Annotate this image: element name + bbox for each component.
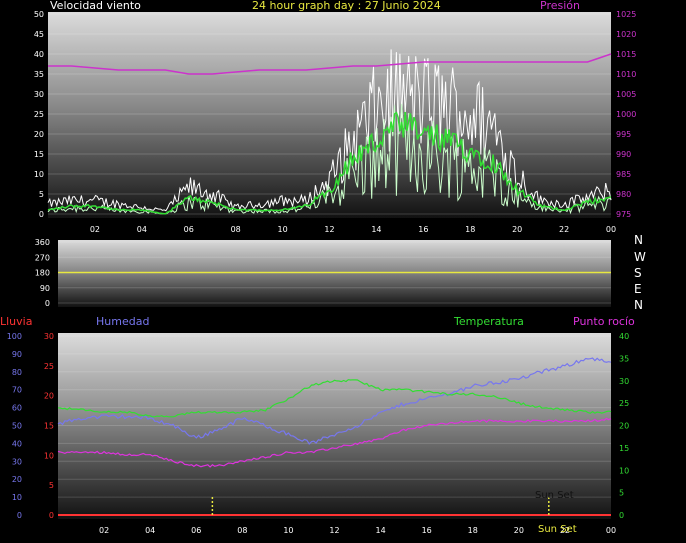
temperature-y-tick-label: 25 xyxy=(619,399,629,408)
wind-y-tick-label: 25 xyxy=(34,110,44,119)
rain-y-tick-label: 25 xyxy=(44,362,54,371)
sunset-label: Sun Set xyxy=(535,490,574,501)
climate-x-tick-label: 08 xyxy=(237,526,247,535)
humidity-y-tick-label: 40 xyxy=(12,439,22,448)
wind-x-tick-label: 18 xyxy=(465,225,475,234)
humidity-y-tick-label: 90 xyxy=(12,350,22,359)
temperature-legend: Temperatura xyxy=(454,315,524,328)
wind-y-tick-label: 35 xyxy=(34,70,44,79)
pressure-y-tick-label: 990 xyxy=(616,150,631,159)
temperature-y-tick-label: 35 xyxy=(619,354,629,363)
wind-y-tick-label: 20 xyxy=(34,130,44,139)
climate-x-tick-label: 04 xyxy=(145,526,155,535)
climate-x-tick-label: 02 xyxy=(99,526,109,535)
direction-plot-area xyxy=(58,240,611,307)
climate-x-tick-label: 16 xyxy=(422,526,432,535)
wind-x-tick-label: 22 xyxy=(559,225,569,234)
wind-y-tick-label: 40 xyxy=(34,50,44,59)
direction-y-tick-label: 270 xyxy=(35,253,50,262)
temperature-y-tick-label: 15 xyxy=(619,444,629,453)
pressure-y-tick-label: 1005 xyxy=(616,90,636,99)
climate-x-tick-label: 06 xyxy=(191,526,201,535)
sunset-label-bottom: Sun Set xyxy=(538,524,577,535)
humidity-y-tick-label: 100 xyxy=(7,332,22,341)
wind-y-tick-label: 10 xyxy=(34,170,44,179)
wind-x-tick-label: 06 xyxy=(184,225,194,234)
compass-s: S xyxy=(634,266,642,280)
pressure-y-tick-label: 1015 xyxy=(616,50,636,59)
climate-x-tick-label: 18 xyxy=(468,526,478,535)
pressure-y-tick-label: 1025 xyxy=(616,10,636,19)
wind-y-tick-label: 5 xyxy=(39,190,44,199)
wind-x-tick-label: 14 xyxy=(371,225,381,234)
temperature-y-tick-label: 30 xyxy=(619,377,629,386)
wind-x-tick-label: 16 xyxy=(418,225,428,234)
rain-y-tick-label: 30 xyxy=(44,332,54,341)
rain-y-tick-label: 15 xyxy=(44,422,54,431)
graph-date-title: 24 hour graph day : 27 Junio 2024 xyxy=(252,0,441,12)
compass-e: E xyxy=(634,282,642,296)
compass-w: W xyxy=(634,250,646,264)
humidity-y-tick-label: 50 xyxy=(12,422,22,431)
wind-x-tick-label: 20 xyxy=(512,225,522,234)
wind-x-tick-label: 02 xyxy=(90,225,100,234)
direction-y-tick-label: 180 xyxy=(35,269,50,278)
wind-x-tick-label: 08 xyxy=(231,225,241,234)
humidity-y-tick-label: 30 xyxy=(12,457,22,466)
wind-speed-title: Velocidad viento xyxy=(50,0,141,12)
humidity-y-tick-label: 60 xyxy=(12,404,22,413)
pressure-y-tick-label: 980 xyxy=(616,190,631,199)
wind-y-tick-label: 50 xyxy=(34,10,44,19)
pressure-y-tick-label: 975 xyxy=(616,210,631,219)
humidity-legend: Humedad xyxy=(96,315,150,328)
temperature-y-tick-label: 5 xyxy=(619,489,624,498)
climate-x-tick-label: 12 xyxy=(329,526,339,535)
pressure-y-tick-label: 985 xyxy=(616,170,631,179)
pressure-y-tick-label: 1010 xyxy=(616,70,636,79)
climate-x-tick-label: 20 xyxy=(514,526,524,535)
humidity-y-tick-label: 10 xyxy=(12,493,22,502)
humidity-y-tick-label: 70 xyxy=(12,386,22,395)
wind-y-tick-label: 0 xyxy=(39,210,44,219)
dewpoint-legend: Punto rocío xyxy=(573,315,635,328)
wind-x-tick-label: 12 xyxy=(324,225,334,234)
temperature-y-tick-label: 40 xyxy=(619,332,629,341)
rain-legend: Lluvia xyxy=(0,315,33,328)
direction-y-tick-label: 90 xyxy=(40,284,50,293)
wind-y-tick-label: 45 xyxy=(34,30,44,39)
rain-y-tick-label: 10 xyxy=(44,451,54,460)
humidity-y-tick-label: 0 xyxy=(17,511,22,520)
weather-charts: 0510152025303540455097598098599099510001… xyxy=(7,10,637,535)
climate-x-tick-label: 14 xyxy=(375,526,385,535)
humidity-y-tick-label: 20 xyxy=(12,475,22,484)
humidity-y-tick-label: 80 xyxy=(12,368,22,377)
climate-x-tick-label: 10 xyxy=(283,526,293,535)
pressure-y-tick-label: 1000 xyxy=(616,110,636,119)
rain-y-tick-label: 0 xyxy=(49,511,54,520)
pressure-title: Presión xyxy=(540,0,580,12)
rain-y-tick-label: 5 xyxy=(49,481,54,490)
compass-n-top: N xyxy=(634,233,643,247)
temperature-y-tick-label: 10 xyxy=(619,466,629,475)
direction-y-tick-label: 0 xyxy=(45,299,50,308)
compass-n-bottom: N xyxy=(634,298,643,312)
climate-x-tick-label: 00 xyxy=(606,526,616,535)
temperature-y-tick-label: 20 xyxy=(619,422,629,431)
direction-y-tick-label: 360 xyxy=(35,238,50,247)
wind-x-tick-label: 10 xyxy=(277,225,287,234)
pressure-y-tick-label: 1020 xyxy=(616,30,636,39)
rain-y-tick-label: 20 xyxy=(44,392,54,401)
wind-x-tick-label: 00 xyxy=(606,225,616,234)
temperature-y-tick-label: 0 xyxy=(619,511,624,520)
wind-x-tick-label: 04 xyxy=(137,225,147,234)
wind-y-tick-label: 30 xyxy=(34,90,44,99)
wind-y-tick-label: 15 xyxy=(34,150,44,159)
pressure-y-tick-label: 995 xyxy=(616,130,631,139)
